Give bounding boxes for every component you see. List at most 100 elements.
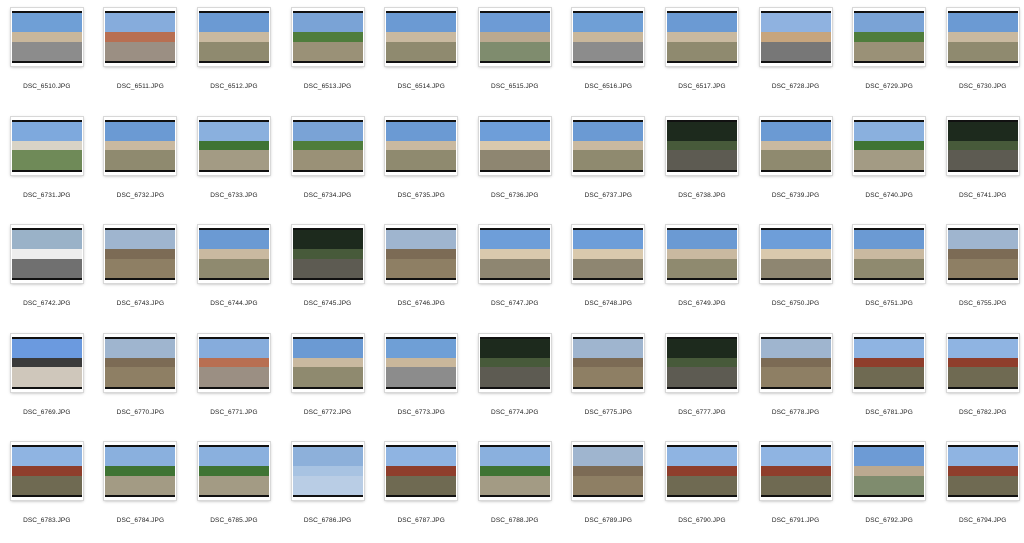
file-item[interactable]: DSC_6750.JPG [749,217,843,326]
photo-thumbnail[interactable] [760,119,831,172]
photo-thumbnail[interactable] [105,228,176,280]
thumbnail-frame[interactable] [478,442,551,500]
photo-thumbnail[interactable] [198,445,269,497]
file-item[interactable]: DSC_6755.JPG [936,217,1024,326]
thumbnail-frame[interactable] [104,116,177,175]
thumbnail-frame[interactable] [759,333,832,392]
thumbnail-frame[interactable] [759,8,832,66]
file-item[interactable]: DSC_6792.JPG [842,434,936,543]
photo-thumbnail[interactable] [198,336,269,389]
thumbnail-frame[interactable] [478,333,551,392]
file-item[interactable]: DSC_6770.JPG [94,326,188,435]
thumbnail-frame[interactable] [385,333,458,392]
photo-thumbnail[interactable] [11,119,82,172]
photo-thumbnail[interactable] [854,119,925,172]
photo-thumbnail[interactable] [198,11,269,63]
photo-thumbnail[interactable] [198,119,269,172]
file-item[interactable]: DSC_6737.JPG [562,109,656,218]
file-item[interactable]: DSC_6789.JPG [562,434,656,543]
thumbnail-frame[interactable] [946,442,1019,500]
thumbnail-frame[interactable] [665,8,738,66]
photo-thumbnail[interactable] [760,11,831,63]
photo-thumbnail[interactable] [198,228,269,280]
photo-thumbnail[interactable] [11,228,82,280]
file-item[interactable]: DSC_6512.JPG [187,0,281,109]
photo-thumbnail[interactable] [760,228,831,280]
file-item[interactable]: DSC_6740.JPG [842,109,936,218]
photo-thumbnail[interactable] [386,228,457,280]
file-item[interactable]: DSC_6741.JPG [936,109,1024,218]
photo-thumbnail[interactable] [573,228,644,280]
photo-thumbnail[interactable] [947,11,1018,63]
photo-thumbnail[interactable] [573,11,644,63]
thumbnail-frame[interactable] [572,442,645,500]
thumbnail-frame[interactable] [197,442,270,500]
photo-thumbnail[interactable] [479,336,550,389]
photo-thumbnail[interactable] [854,336,925,389]
photo-thumbnail[interactable] [292,228,363,280]
thumbnail-frame[interactable] [946,116,1019,175]
thumbnail-frame[interactable] [665,116,738,175]
thumbnail-frame[interactable] [291,333,364,392]
file-item[interactable]: DSC_6743.JPG [94,217,188,326]
file-item[interactable]: DSC_6772.JPG [281,326,375,435]
file-item[interactable]: DSC_6747.JPG [468,217,562,326]
thumbnail-frame[interactable] [759,225,832,283]
photo-thumbnail[interactable] [947,119,1018,172]
photo-thumbnail[interactable] [854,11,925,63]
photo-thumbnail[interactable] [666,228,737,280]
file-item[interactable]: DSC_6781.JPG [842,326,936,435]
thumbnail-frame[interactable] [197,116,270,175]
file-item[interactable]: DSC_6746.JPG [374,217,468,326]
thumbnail-frame[interactable] [10,442,83,500]
thumbnail-frame[interactable] [197,8,270,66]
file-item[interactable]: DSC_6785.JPG [187,434,281,543]
photo-thumbnail[interactable] [292,336,363,389]
thumbnail-frame[interactable] [759,116,832,175]
thumbnail-frame[interactable] [10,333,83,392]
file-item[interactable]: DSC_6794.JPG [936,434,1024,543]
photo-thumbnail[interactable] [573,336,644,389]
file-item[interactable]: DSC_6773.JPG [374,326,468,435]
photo-thumbnail[interactable] [105,336,176,389]
file-item[interactable]: DSC_6728.JPG [749,0,843,109]
photo-thumbnail[interactable] [947,445,1018,497]
photo-thumbnail[interactable] [11,445,82,497]
photo-thumbnail[interactable] [11,11,82,63]
photo-thumbnail[interactable] [666,11,737,63]
thumbnail-frame[interactable] [946,333,1019,392]
thumbnail-frame[interactable] [665,333,738,392]
file-item[interactable]: DSC_6735.JPG [374,109,468,218]
file-item[interactable]: DSC_6784.JPG [94,434,188,543]
thumbnail-frame[interactable] [10,116,83,175]
thumbnail-frame[interactable] [385,116,458,175]
thumbnail-frame[interactable] [291,8,364,66]
thumbnail-frame[interactable] [104,442,177,500]
thumbnail-frame[interactable] [291,116,364,175]
thumbnail-frame[interactable] [10,225,83,283]
file-item[interactable]: DSC_6733.JPG [187,109,281,218]
photo-thumbnail[interactable] [666,119,737,172]
thumbnail-frame[interactable] [478,116,551,175]
thumbnail-frame[interactable] [197,225,270,283]
file-item[interactable]: DSC_6731.JPG [0,109,94,218]
file-item[interactable]: DSC_6791.JPG [749,434,843,543]
photo-thumbnail[interactable] [573,445,644,497]
file-item[interactable]: DSC_6782.JPG [936,326,1024,435]
thumbnail-frame[interactable] [853,225,926,283]
thumbnail-frame[interactable] [104,333,177,392]
file-item[interactable]: DSC_6510.JPG [0,0,94,109]
thumbnail-frame[interactable] [385,442,458,500]
photo-thumbnail[interactable] [386,119,457,172]
thumbnail-frame[interactable] [10,8,83,66]
file-item[interactable]: DSC_6515.JPG [468,0,562,109]
thumbnail-frame[interactable] [291,442,364,500]
file-item[interactable]: DSC_6774.JPG [468,326,562,435]
photo-thumbnail[interactable] [947,228,1018,280]
file-item[interactable]: DSC_6745.JPG [281,217,375,326]
photo-thumbnail[interactable] [386,11,457,63]
photo-thumbnail[interactable] [479,445,550,497]
thumbnail-frame[interactable] [478,8,551,66]
thumbnail-frame[interactable] [572,116,645,175]
file-item[interactable]: DSC_6769.JPG [0,326,94,435]
